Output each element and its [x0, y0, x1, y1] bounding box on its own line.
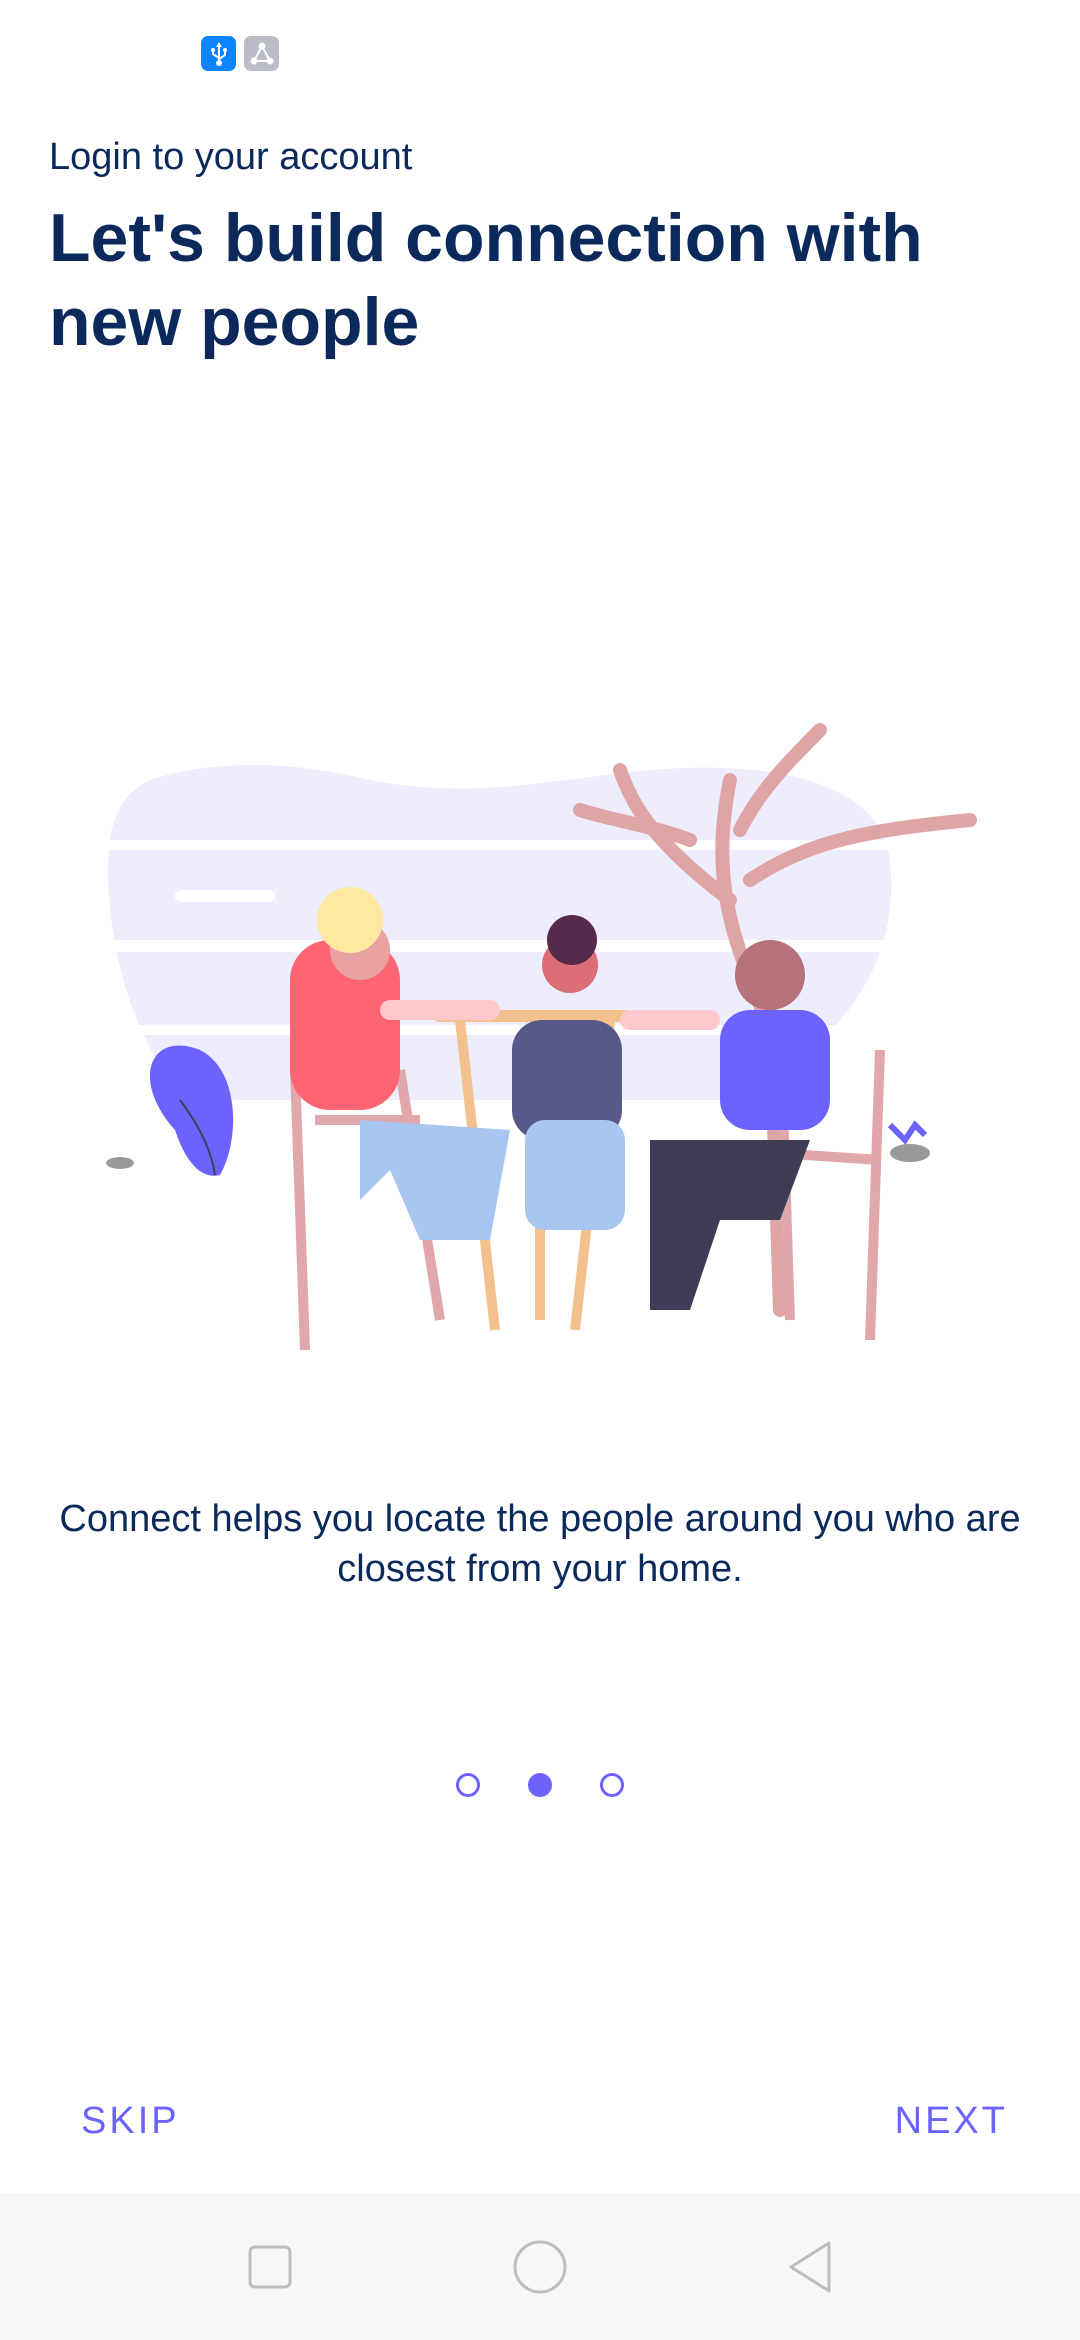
- page-indicator-dot-2-active[interactable]: [528, 1773, 552, 1797]
- home-button[interactable]: [510, 2237, 570, 2297]
- next-button[interactable]: NEXT: [895, 2100, 1008, 2143]
- people-at-table-illustration: [90, 723, 990, 1351]
- back-button[interactable]: [780, 2237, 840, 2297]
- page-title: Let's build connection with new people: [49, 200, 923, 360]
- circle-icon: [513, 2240, 567, 2294]
- square-icon: [248, 2245, 292, 2289]
- usb-icon: [201, 36, 236, 71]
- onboarding-description: Connect helps you locate the people arou…: [59, 1498, 1021, 1590]
- login-subtitle: Login to your account: [49, 136, 413, 178]
- recent-apps-button[interactable]: [240, 2237, 300, 2297]
- skip-button[interactable]: SKIP: [81, 2100, 180, 2143]
- back-triangle-icon: [789, 2241, 831, 2293]
- system-navigation-bar: [0, 2193, 1080, 2340]
- page-indicator-dot-1[interactable]: [456, 1773, 480, 1797]
- hotspot-icon: [244, 36, 279, 71]
- page-indicator-dot-3[interactable]: [600, 1773, 624, 1797]
